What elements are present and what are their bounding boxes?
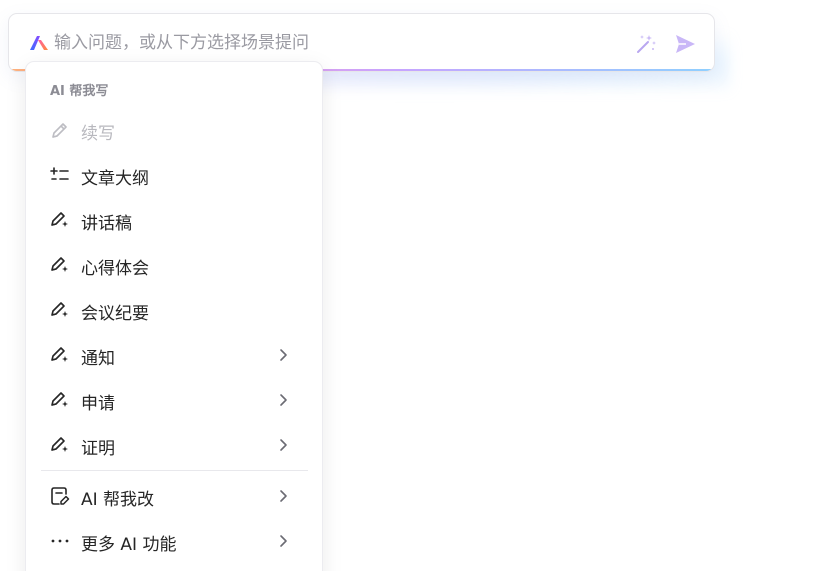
menu-item-label: 文章大纲	[81, 169, 149, 189]
menu-item-label: AI 帮我改	[81, 490, 155, 510]
ask-input[interactable]	[54, 31, 614, 55]
menu-item-application[interactable]: 申请	[34, 380, 316, 420]
menu-item-ai-revise[interactable]: AI 帮我改	[34, 476, 316, 516]
more-dots-icon	[51, 539, 69, 543]
pen-sparkle-icon	[51, 392, 68, 407]
pen-sparkle-icon	[51, 257, 68, 272]
chevron-right-icon	[280, 490, 287, 502]
menu-item-certificate[interactable]: 证明	[34, 425, 316, 465]
pen-sparkle-icon	[51, 302, 68, 317]
menu-item-meeting-minutes[interactable]: 会议纪要	[34, 290, 316, 330]
menu-item-label: 通知	[81, 349, 115, 369]
menu-item-label: 讲话稿	[81, 214, 132, 234]
menu-item-label: 续写	[81, 124, 115, 144]
ai-write-menu: AI 帮我写 续写 文章大纲 讲话稿 心得体会 会议纪要 通知 申请 证明 AI…	[25, 61, 323, 571]
menu-item-reflections[interactable]: 心得体会	[34, 245, 316, 285]
menu-item-more-ai[interactable]: 更多 AI 功能	[34, 521, 316, 561]
menu-item-label: 更多 AI 功能	[81, 535, 177, 555]
chevron-right-icon	[280, 394, 287, 406]
magic-wand-icon[interactable]	[634, 32, 658, 56]
menu-header: AI 帮我写	[50, 84, 109, 99]
send-icon[interactable]	[673, 32, 697, 56]
menu-item-label: 申请	[81, 394, 115, 414]
chevron-right-icon	[280, 439, 287, 451]
menu-item-label: 会议纪要	[81, 304, 149, 324]
chevron-right-icon	[280, 535, 287, 547]
menu-divider	[41, 470, 308, 471]
menu-item-label: 心得体会	[81, 259, 149, 279]
menu-item-label: 证明	[81, 439, 115, 459]
outline-list-icon	[50, 167, 69, 180]
pen-sparkle-icon	[51, 437, 68, 452]
menu-item-speech-draft[interactable]: 讲话稿	[34, 200, 316, 240]
pen-sparkle-icon	[51, 347, 68, 362]
menu-item-notice[interactable]: 通知	[34, 335, 316, 375]
document-edit-icon	[51, 487, 70, 505]
ai-logo-icon	[30, 36, 48, 50]
menu-item-continue-writing[interactable]: 续写	[34, 110, 316, 150]
pen-icon	[52, 123, 67, 138]
pen-sparkle-icon	[51, 212, 68, 227]
menu-item-article-outline[interactable]: 文章大纲	[34, 155, 316, 195]
chevron-right-icon	[280, 349, 287, 361]
